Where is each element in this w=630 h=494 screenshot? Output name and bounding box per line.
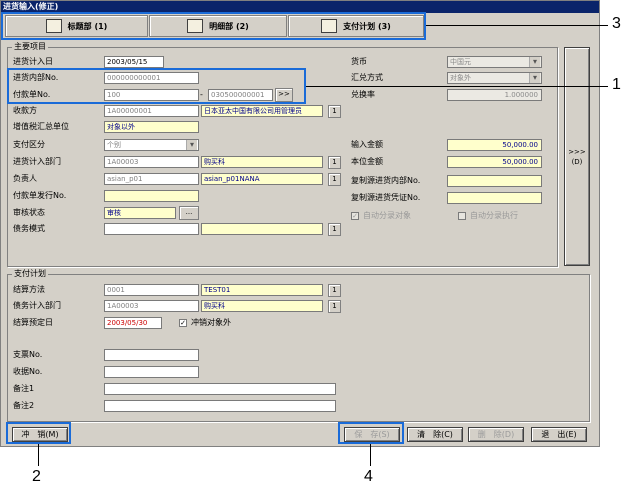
currency-label: 货币	[351, 57, 367, 66]
vat-unit-field: 对象以外	[104, 121, 199, 133]
input-amount-label: 输入金额	[351, 140, 383, 149]
person-lookup-button[interactable]: 1	[328, 173, 341, 186]
method-lookup-button[interactable]: 1	[328, 284, 341, 297]
person-label: 负责人	[13, 174, 37, 183]
receiver-name-field: 日本亚太中国有限公司用管理员	[201, 105, 323, 117]
delete-button[interactable]: 删 除(D)	[468, 427, 524, 442]
purchase-date-input[interactable]: 2003/05/15	[104, 56, 164, 68]
payplan-group-title: 支付计划	[12, 268, 48, 279]
main-group-title: 主要项目	[12, 41, 48, 52]
purchase-dept-name-field: 购买科	[201, 156, 323, 168]
planned-date-label: 结算预定日	[13, 318, 53, 327]
callout-number-4: 4	[364, 468, 373, 485]
receiver-code-input[interactable]: 1A00000001	[104, 105, 199, 117]
clear-button[interactable]: 清 除(C)	[407, 427, 463, 442]
invoice-no-field	[104, 190, 199, 202]
note2-label: 备注2	[13, 401, 35, 410]
callout-line-2	[38, 444, 39, 466]
invoice-no-label: 付款单发行No.	[13, 191, 67, 200]
vat-unit-label: 增值税汇总单位	[13, 122, 69, 131]
side-expand-button[interactable]: >>> (D)	[564, 47, 590, 266]
purchase-date-label: 进货计入日	[13, 57, 53, 66]
auto-split-label: 自动分录对象	[363, 211, 411, 220]
copy-internal-label: 复制源进货内部No.	[351, 176, 421, 185]
copy-voucher-field	[447, 192, 542, 204]
payment-cat-select[interactable]: 个别	[104, 139, 199, 151]
local-amount-label: 本位金额	[351, 157, 383, 166]
method-code-input[interactable]: 0001	[104, 284, 199, 296]
method-label: 结算方法	[13, 285, 45, 294]
callout-number-3: 3	[612, 15, 621, 32]
callout-line-1	[306, 86, 608, 87]
auto-split-checkbox[interactable]: ✓	[351, 212, 359, 220]
copy-voucher-label: 复制源进货凭证No.	[351, 193, 421, 202]
receiver-label: 收款方	[13, 106, 37, 115]
callout-line-4	[370, 444, 371, 466]
debt-mode-input[interactable]	[104, 223, 199, 235]
debt-dept-lookup-button[interactable]: 1	[328, 300, 341, 313]
note1-label: 备注1	[13, 384, 35, 393]
debt-dept-code-input[interactable]: 1A00003	[104, 300, 199, 312]
exchange-label: 汇兑方式	[351, 73, 383, 82]
highlight-box-save	[338, 422, 404, 444]
receiver-lookup-button[interactable]: 1	[328, 105, 341, 118]
receipt-no-label: 收据No.	[13, 367, 43, 376]
currency-select[interactable]: 中国元	[447, 56, 542, 68]
approval-ellipsis-button[interactable]: ...	[179, 206, 199, 220]
approval-field: 审核	[104, 207, 176, 219]
check-no-input[interactable]	[104, 349, 199, 361]
callout-number-1: 1	[612, 76, 621, 93]
purchase-dept-code-input[interactable]: 1A00003	[104, 156, 199, 168]
method-name-field: TEST01	[201, 284, 323, 296]
debt-mode-lookup-button[interactable]: 1	[328, 223, 341, 236]
auto-split-exec-label: 自动分录执行	[470, 211, 518, 220]
callout-number-2: 2	[32, 468, 41, 485]
rate-input[interactable]: 1.000000	[447, 89, 542, 101]
person-code-input[interactable]: asian_p01	[104, 173, 199, 185]
callout-line-3	[426, 25, 608, 26]
highlight-box-tabs	[1, 12, 426, 40]
offset-exclude-checkbox[interactable]: ✓	[179, 319, 187, 327]
debt-mode-name-field	[201, 223, 323, 235]
exit-button[interactable]: 退 出(E)	[531, 427, 587, 442]
debt-dept-name-field: 购买科	[201, 300, 323, 312]
receipt-no-input[interactable]	[104, 366, 199, 378]
payment-cat-label: 支付区分	[13, 140, 45, 149]
highlight-box-payment-no	[7, 68, 306, 104]
auto-split-exec-checkbox[interactable]	[458, 212, 466, 220]
local-amount-field: 50,000.00	[447, 156, 542, 168]
highlight-box-offset	[6, 422, 71, 444]
check-no-label: 支票No.	[13, 350, 43, 359]
debt-dept-label: 债务计入部门	[13, 301, 61, 310]
note1-input[interactable]	[104, 383, 336, 395]
copy-internal-field	[447, 175, 542, 187]
approval-label: 审核状态	[13, 208, 45, 217]
purchase-dept-lookup-button[interactable]: 1	[328, 156, 341, 169]
note2-input[interactable]	[104, 400, 336, 412]
person-name-field: asian_p01NANA	[201, 173, 323, 185]
input-amount-field: 50,000.00	[447, 139, 542, 151]
purchase-dept-label: 进货计入部门	[13, 157, 61, 166]
offset-exclude-label: 冲销对象外	[191, 318, 231, 327]
planned-date-input[interactable]: 2003/05/30	[104, 317, 162, 329]
debt-mode-label: 债务模式	[13, 224, 45, 233]
exchange-select[interactable]: 对象外	[447, 72, 542, 84]
rate-label: 兑换率	[351, 90, 375, 99]
